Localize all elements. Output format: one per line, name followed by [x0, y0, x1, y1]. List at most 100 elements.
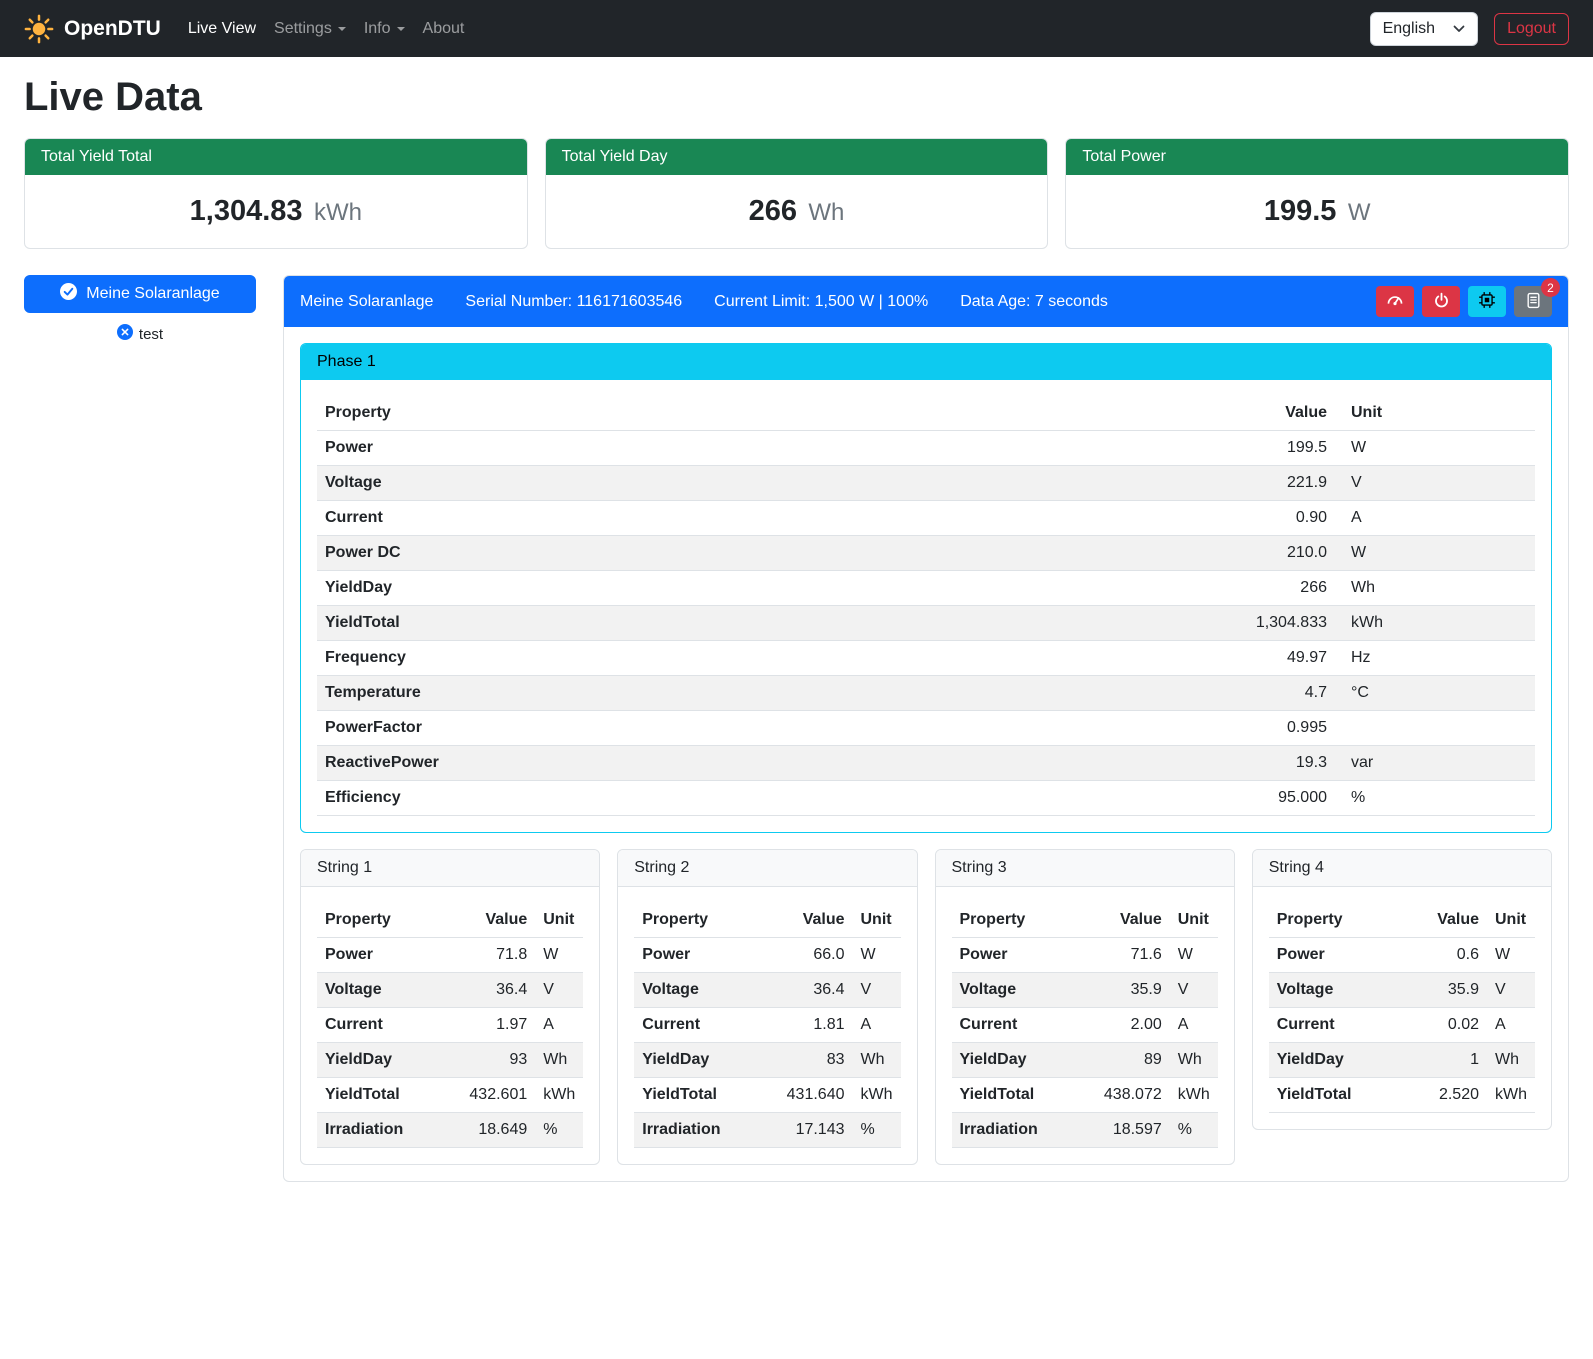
language-select[interactable]: English	[1370, 12, 1478, 46]
property-cell: Voltage	[634, 973, 776, 1008]
property-cell: Voltage	[317, 466, 1205, 501]
table-row: Voltage 35.9 V	[1269, 973, 1535, 1008]
table-row: Irradiation 18.649 %	[317, 1113, 583, 1148]
table-row: YieldDay 83 Wh	[634, 1043, 900, 1078]
table-header-row: Property Value Unit	[1269, 903, 1535, 938]
brand-link[interactable]: OpenDTU	[24, 14, 161, 44]
unit-cell: W	[1487, 938, 1535, 973]
table-row: YieldDay 266 Wh	[317, 571, 1535, 606]
cpu-icon	[1478, 291, 1496, 312]
value-cell: 1	[1411, 1043, 1487, 1078]
inverter-card: Meine Solaranlage Serial Number: 1161716…	[283, 275, 1569, 1182]
nav-links: Live View Settings Info About	[179, 12, 474, 46]
property-cell: Power	[1269, 938, 1411, 973]
property-cell: Voltage	[1269, 973, 1411, 1008]
nav-item-live-view[interactable]: Live View	[179, 12, 265, 46]
value-cell: 1.81	[777, 1008, 853, 1043]
nav-item-about[interactable]: About	[414, 12, 474, 46]
summary-value: 266	[749, 195, 797, 227]
nav-right: English Logout	[1370, 12, 1569, 46]
event-log-button[interactable]: 2	[1514, 286, 1552, 317]
summary-value: 199.5	[1264, 195, 1337, 227]
inverter-select-button[interactable]: Meine Solaranlage	[24, 275, 256, 313]
value-cell: 19.3	[1205, 746, 1335, 781]
table-row: PowerFactor 0.995	[317, 711, 1535, 746]
table-row: Power 71.8 W	[317, 938, 583, 973]
unit-cell: V	[535, 973, 583, 1008]
property-cell: YieldTotal	[317, 606, 1205, 641]
column-value: Value	[1205, 396, 1335, 431]
summary-value: 1,304.83	[190, 195, 303, 227]
unit-cell: A	[535, 1008, 583, 1043]
table-row: YieldDay 93 Wh	[317, 1043, 583, 1078]
property-cell: Power	[634, 938, 776, 973]
unit-cell: kWh	[853, 1078, 901, 1113]
property-cell: Irradiation	[952, 1113, 1094, 1148]
table-header-row: Property Value Unit	[952, 903, 1218, 938]
property-cell: Irradiation	[317, 1113, 459, 1148]
value-cell: 0.995	[1205, 711, 1335, 746]
table-row: YieldTotal 1,304.833 kWh	[317, 606, 1535, 641]
nav-item-info[interactable]: Info	[355, 12, 414, 46]
property-cell: Current	[952, 1008, 1094, 1043]
inverter-sidebar: Meine Solaranlage test	[24, 275, 256, 344]
string-card-4: String 4 Property Value Unit	[1252, 849, 1552, 1130]
value-cell: 431.640	[777, 1078, 853, 1113]
unit-cell	[1335, 711, 1535, 746]
table-row: Voltage 35.9 V	[952, 973, 1218, 1008]
value-cell: 93	[459, 1043, 535, 1078]
property-cell: YieldDay	[1269, 1043, 1411, 1078]
tag-test[interactable]: test	[117, 324, 163, 344]
table-row: Power 71.6 W	[952, 938, 1218, 973]
phase-title: Phase 1	[301, 344, 1551, 380]
unit-cell: var	[1335, 746, 1535, 781]
unit-cell: Wh	[1170, 1043, 1218, 1078]
table-row: Current 2.00 A	[952, 1008, 1218, 1043]
column-value: Value	[459, 903, 535, 938]
column-property: Property	[317, 396, 1205, 431]
table-header-row: Property Value Unit	[317, 903, 583, 938]
unit-cell: A	[1170, 1008, 1218, 1043]
property-cell: YieldDay	[634, 1043, 776, 1078]
value-cell: 266	[1205, 571, 1335, 606]
table-row: Temperature 4.7 °C	[317, 676, 1535, 711]
power-button[interactable]	[1422, 286, 1460, 317]
table-row: Power 66.0 W	[634, 938, 900, 973]
summary-card-title: Total Power	[1066, 139, 1568, 175]
summary-unit: Wh	[808, 199, 844, 226]
table-row: Current 1.81 A	[634, 1008, 900, 1043]
property-cell: YieldTotal	[634, 1078, 776, 1113]
value-cell: 221.9	[1205, 466, 1335, 501]
x-circle-icon[interactable]	[117, 324, 133, 344]
table-row: Current 0.90 A	[317, 501, 1535, 536]
property-cell: Temperature	[317, 676, 1205, 711]
strings-row: String 1 Property Value Unit	[300, 849, 1552, 1165]
unit-cell: kWh	[1487, 1078, 1535, 1113]
phase-table: Property Value Unit Power	[317, 396, 1535, 816]
value-cell: 71.8	[459, 938, 535, 973]
string-card-1: String 1 Property Value Unit	[300, 849, 600, 1165]
inverter-select-label: Meine Solaranlage	[86, 285, 219, 303]
value-cell: 438.072	[1094, 1078, 1170, 1113]
table-row: Current 1.97 A	[317, 1008, 583, 1043]
property-cell: Power	[317, 938, 459, 973]
column-property: Property	[634, 903, 776, 938]
table-row: Voltage 36.4 V	[317, 973, 583, 1008]
inverter-header-actions: 2	[1376, 286, 1552, 317]
summary-card-body: 1,304.83 kWh	[25, 175, 527, 248]
limit-settings-button[interactable]	[1376, 286, 1414, 317]
nav-item-settings[interactable]: Settings	[265, 12, 355, 46]
table-row: Efficiency 95.000 %	[317, 781, 1535, 816]
journal-icon	[1525, 292, 1542, 312]
unit-cell: kWh	[1335, 606, 1535, 641]
string-table: Property Value Unit Power	[1269, 903, 1535, 1113]
unit-cell: W	[535, 938, 583, 973]
sun-icon	[24, 14, 54, 44]
unit-cell: A	[853, 1008, 901, 1043]
device-info-button[interactable]	[1468, 286, 1506, 317]
summary-card-title: Total Yield Total	[25, 139, 527, 175]
logout-button[interactable]: Logout	[1494, 13, 1569, 45]
value-cell: 0.90	[1205, 501, 1335, 536]
inverter-card-header: Meine Solaranlage Serial Number: 1161716…	[284, 276, 1568, 327]
table-row: YieldTotal 432.601 kWh	[317, 1078, 583, 1113]
